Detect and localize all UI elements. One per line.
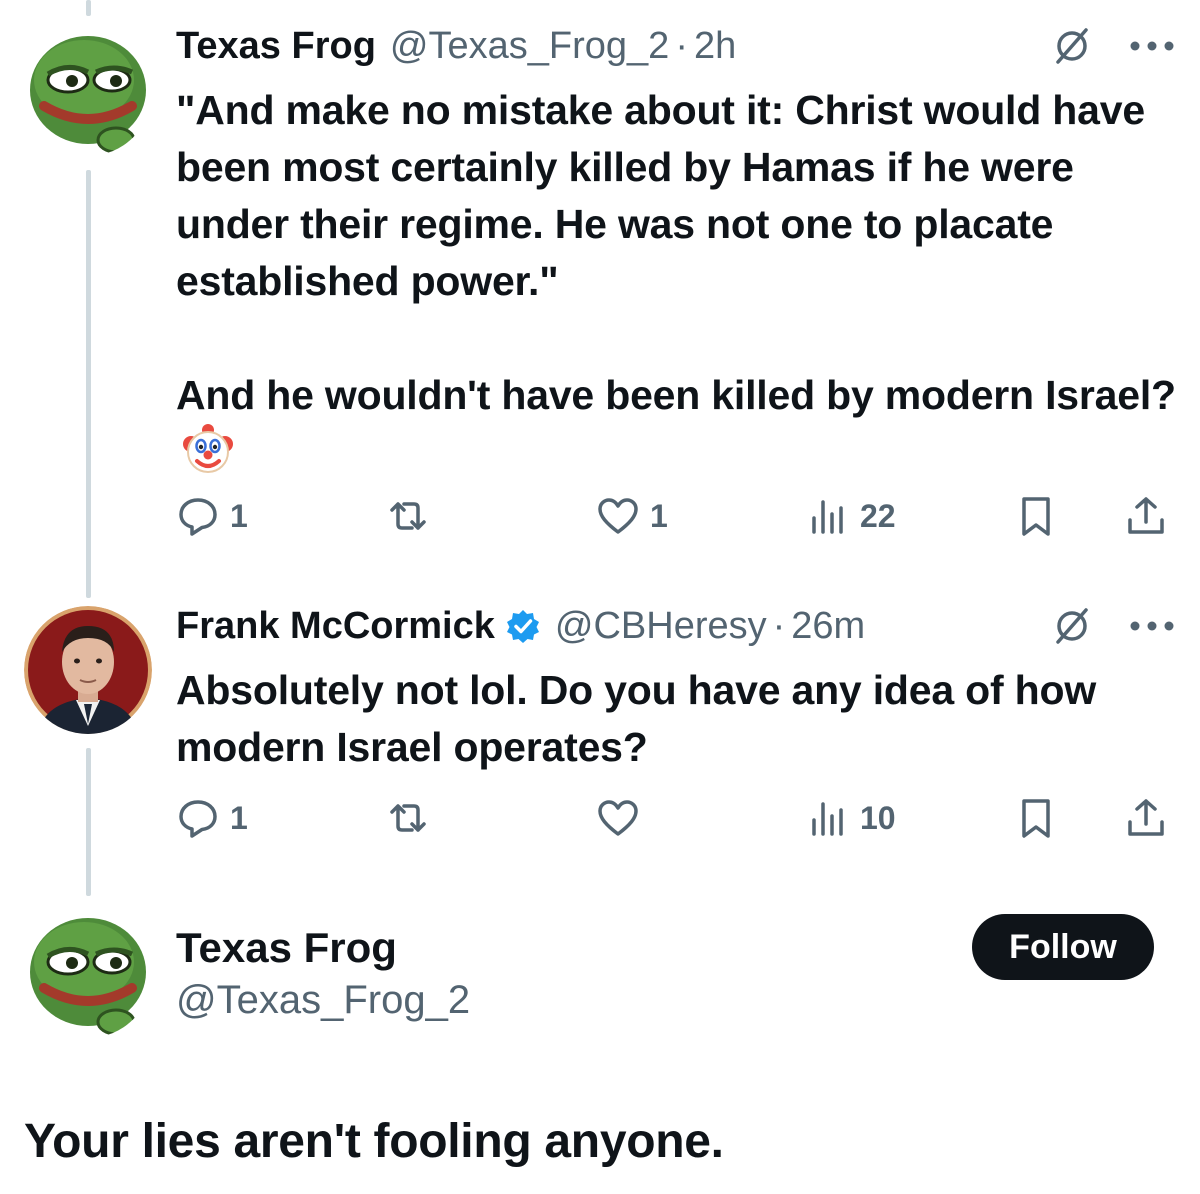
clown-emoji-icon	[182, 424, 234, 476]
tweet-header: Frank McCormick @CBHeresy · 26m	[176, 604, 1176, 648]
pepe-avatar-image	[24, 910, 152, 1038]
views-button[interactable]: 10	[806, 794, 896, 842]
tweet-paragraph-2: And he wouldn't have been killed by mode…	[176, 367, 1176, 483]
views-count: 22	[860, 497, 896, 534]
views-icon	[812, 500, 843, 534]
views-button[interactable]: 22	[806, 492, 896, 540]
separator-dot: ·	[772, 604, 786, 647]
thread-line-2	[86, 748, 91, 896]
tweet-2-actions: 1 10	[176, 794, 1176, 842]
like-button[interactable]: 1	[596, 492, 668, 540]
avatar-frank-mccormick[interactable]	[24, 606, 152, 734]
tweet-2[interactable]: Frank McCormick @CBHeresy · 26m Absolute…	[176, 604, 1176, 776]
like-count: 1	[650, 497, 668, 534]
separator-dot: ·	[675, 24, 688, 67]
bookmark-icon	[1022, 497, 1050, 536]
repost-button[interactable]	[386, 794, 440, 842]
bookmark-button[interactable]	[1014, 794, 1058, 842]
tweet-text: Absolutely not lol. Do you have any idea…	[176, 662, 1176, 776]
more-options-icon[interactable]	[1128, 619, 1176, 633]
pepe-avatar-image	[24, 28, 152, 156]
author-handle[interactable]: @CBHeresy	[555, 605, 767, 648]
grok-icon[interactable]	[1050, 604, 1094, 648]
avatar-texas-frog[interactable]	[24, 28, 152, 156]
reply-tweet-text: Your lies aren't fooling anyone.	[24, 1115, 724, 1168]
share-button[interactable]	[1124, 794, 1168, 842]
author-name[interactable]: Frank McCormick	[176, 605, 495, 648]
thread-line-top	[86, 0, 91, 16]
reply-button[interactable]: 1	[176, 794, 248, 842]
author-handle[interactable]: @Texas_Frog_2	[176, 974, 470, 1026]
verified-badge-icon[interactable]	[505, 608, 541, 644]
tweet-timestamp[interactable]: 26m	[791, 605, 865, 648]
tweet-header: Texas Frog @Texas_Frog_2 · 2h	[176, 24, 1176, 68]
repost-button[interactable]	[386, 492, 440, 540]
repost-icon	[390, 502, 426, 530]
tweet-1-actions: 1 1 22	[176, 492, 1176, 540]
follow-button[interactable]: Follow	[972, 914, 1154, 980]
tweet-paragraph-2-text: And he wouldn't have been killed by mode…	[176, 372, 1176, 418]
thread-line-1	[86, 170, 91, 598]
more-options-icon[interactable]	[1128, 39, 1176, 53]
tweet-1[interactable]: Texas Frog @Texas_Frog_2 · 2h "And make …	[176, 24, 1176, 483]
bookmark-icon	[1022, 799, 1050, 838]
tweet-text: "And make no mistake about it: Christ wo…	[176, 82, 1176, 483]
views-count: 10	[860, 799, 896, 836]
like-icon	[598, 498, 638, 534]
reply-author[interactable]: Texas Frog @Texas_Frog_2	[176, 922, 470, 1026]
tweet-paragraph: Absolutely not lol. Do you have any idea…	[176, 667, 1097, 770]
views-icon	[812, 802, 843, 836]
reply-icon	[179, 498, 217, 536]
author-name[interactable]: Texas Frog	[176, 922, 470, 974]
reply-icon	[179, 800, 217, 838]
share-icon	[1128, 799, 1164, 836]
share-icon	[1128, 497, 1164, 534]
bookmark-button[interactable]	[1014, 492, 1058, 540]
tweet-paragraph-1: "And make no mistake about it: Christ wo…	[176, 87, 1145, 304]
reply-count: 1	[230, 799, 248, 836]
tweet-timestamp[interactable]: 2h	[694, 25, 736, 68]
profile-photo-image	[24, 606, 152, 734]
avatar-texas-frog-reply[interactable]	[24, 910, 152, 1038]
author-handle[interactable]: @Texas_Frog_2	[390, 25, 669, 68]
reply-count: 1	[230, 497, 248, 534]
like-icon	[598, 800, 638, 836]
reply-button[interactable]: 1	[176, 492, 248, 540]
like-button[interactable]	[596, 794, 650, 842]
author-name[interactable]: Texas Frog	[176, 25, 376, 68]
grok-icon[interactable]	[1050, 24, 1094, 68]
share-button[interactable]	[1124, 492, 1168, 540]
repost-icon	[390, 804, 426, 832]
